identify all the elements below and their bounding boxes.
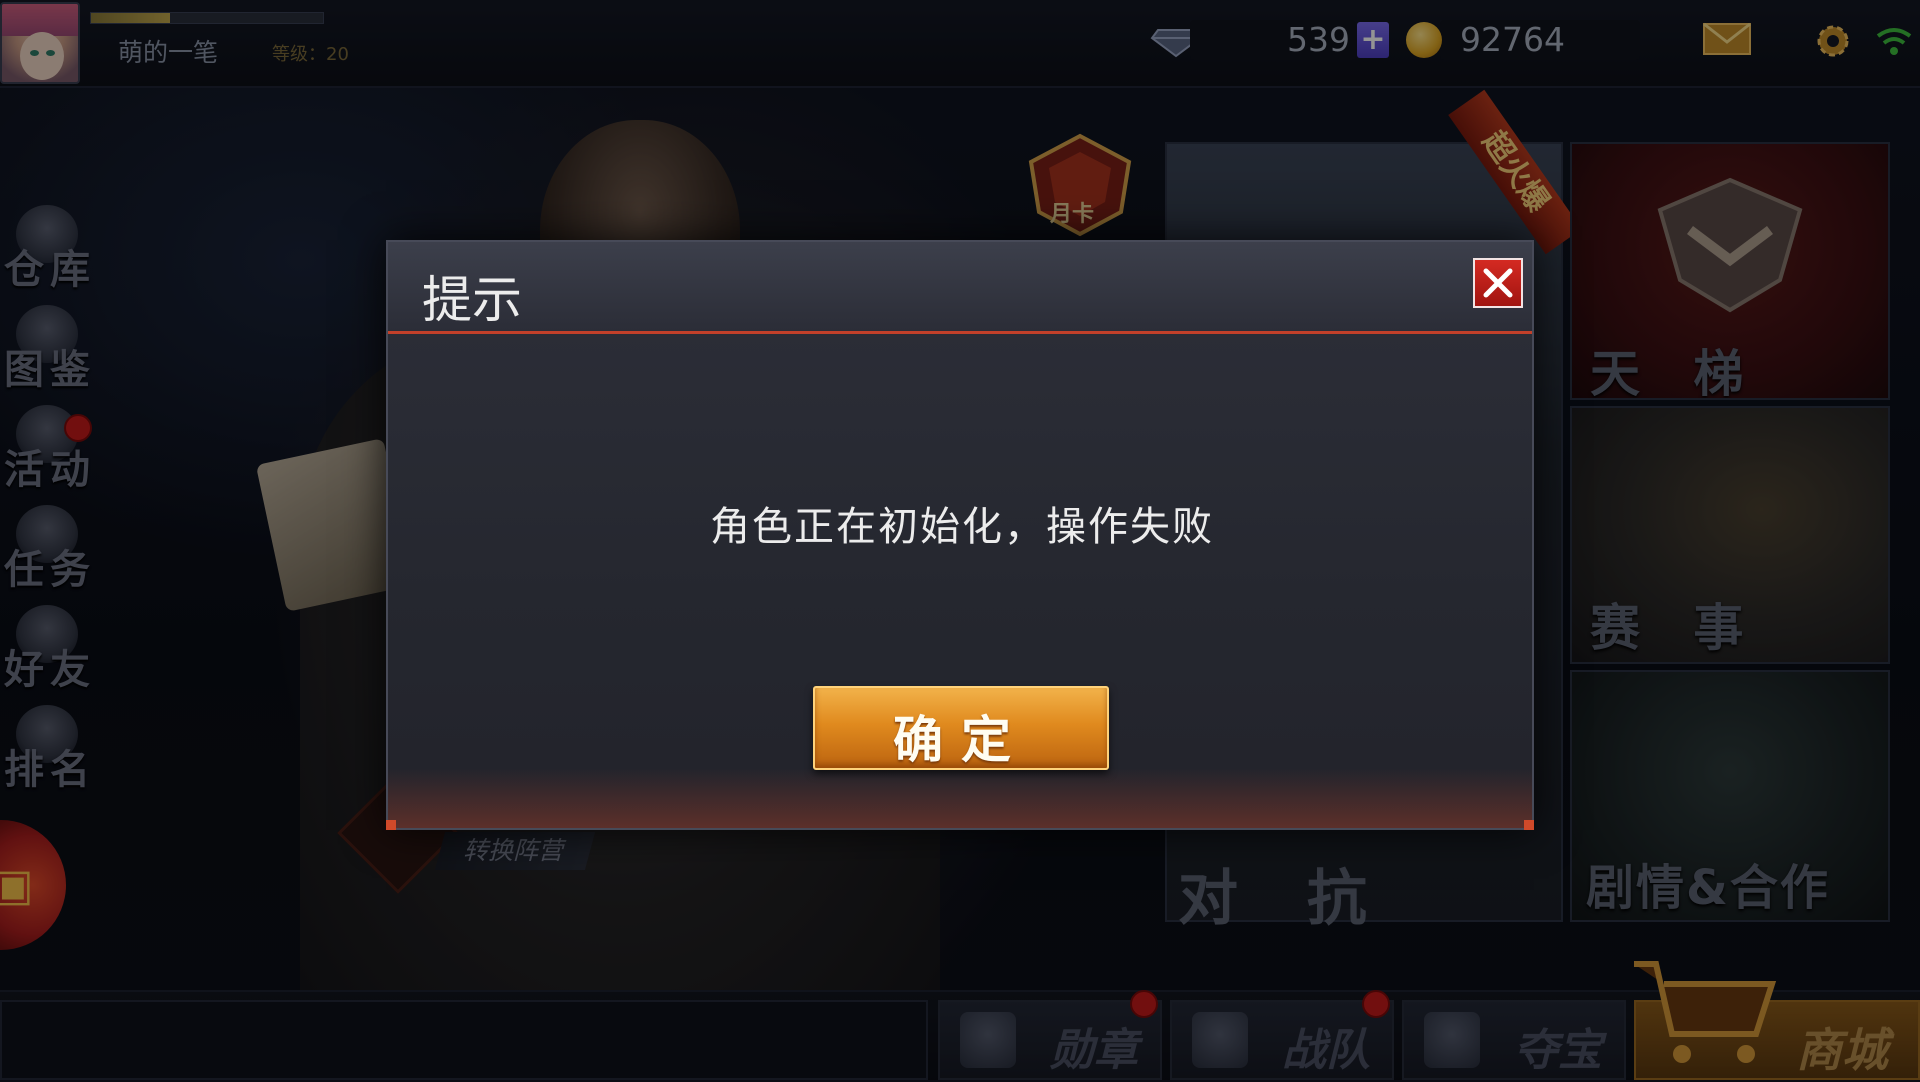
- confirm-button[interactable]: 确定: [813, 686, 1109, 770]
- dialog-message: 角色正在初始化，操作失败: [710, 504, 1214, 550]
- confirm-label: 确定: [893, 711, 1029, 769]
- dialog-header: 提示: [388, 242, 1532, 334]
- alert-dialog: 提示 角色正在初始化，操作失败 确定: [386, 240, 1534, 830]
- dialog-glow: [388, 768, 1532, 828]
- dialog-title: 提示: [422, 271, 522, 329]
- dialog-corner: [1524, 820, 1534, 830]
- close-icon: [1483, 268, 1513, 298]
- dialog-corner: [386, 820, 396, 830]
- close-button[interactable]: [1473, 258, 1523, 308]
